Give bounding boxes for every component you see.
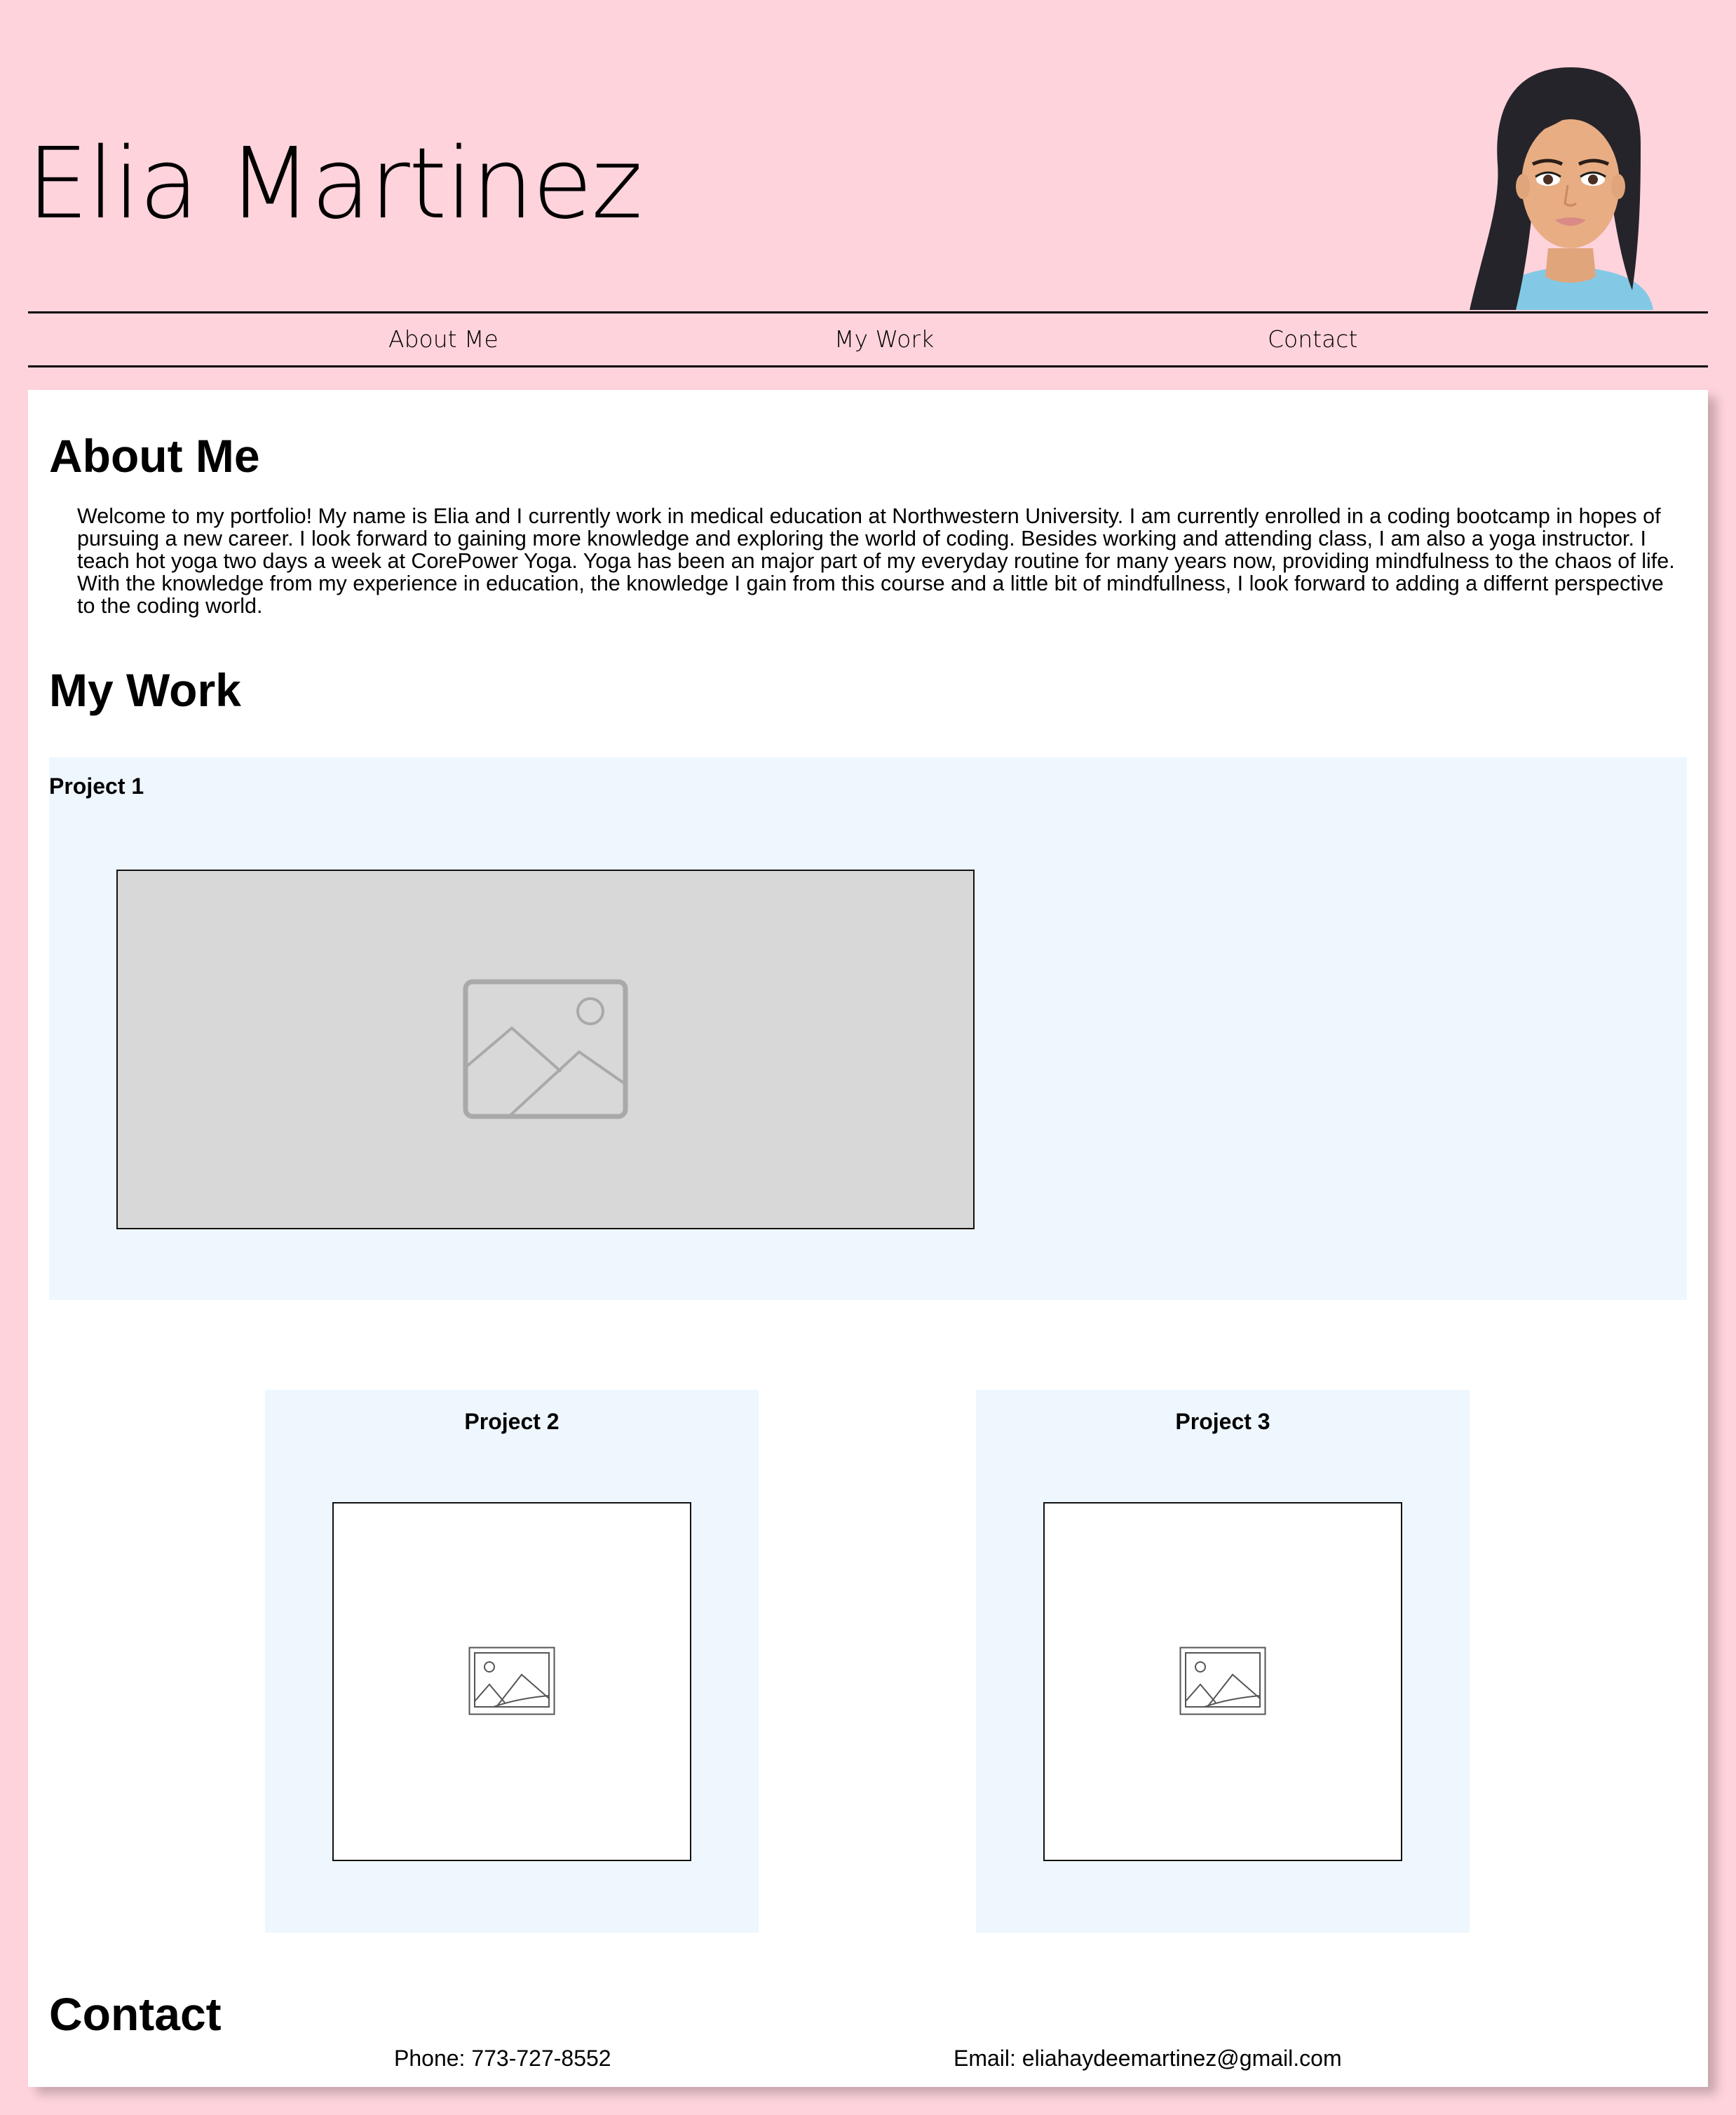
- work-heading: My Work: [49, 664, 241, 716]
- contact-phone[interactable]: Phone: 773-727-8552: [394, 2045, 611, 2072]
- project-2-image[interactable]: [332, 1502, 691, 1861]
- image-placeholder-icon: [1179, 1647, 1266, 1715]
- project-3-image[interactable]: [1043, 1502, 1402, 1861]
- nav-about-me[interactable]: About Me: [388, 326, 499, 353]
- project-2-title: Project 2: [464, 1409, 560, 1434]
- nav-my-work[interactable]: My Work: [834, 326, 934, 353]
- contact-heading: Contact: [49, 1988, 222, 2040]
- about-heading: About Me: [49, 430, 260, 482]
- site-header: Elia Martinez: [0, 0, 1736, 313]
- image-placeholder-icon: [468, 1647, 555, 1715]
- project-1-image[interactable]: [116, 870, 975, 1229]
- avatar: [1470, 67, 1653, 310]
- main-content: About Me Welcome to my portfolio! My nam…: [28, 390, 1708, 2087]
- main-nav: About Me My Work Contact: [28, 311, 1708, 367]
- project-2-card[interactable]: Project 2: [265, 1390, 759, 1933]
- project-1-title: Project 1: [49, 773, 144, 799]
- site-title: Elia Martinez: [27, 127, 643, 241]
- image-placeholder-icon: [463, 979, 628, 1119]
- project-3-card[interactable]: Project 3: [976, 1390, 1470, 1933]
- about-text: Welcome to my portfolio! My name is Elia…: [77, 504, 1675, 618]
- contact-email[interactable]: Email: eliahaydeemartinez@gmail.com: [954, 2045, 1342, 2072]
- nav-contact[interactable]: Contact: [1268, 326, 1357, 353]
- project-3-title: Project 3: [1175, 1409, 1270, 1434]
- project-1-card[interactable]: Project 1: [49, 757, 1687, 1300]
